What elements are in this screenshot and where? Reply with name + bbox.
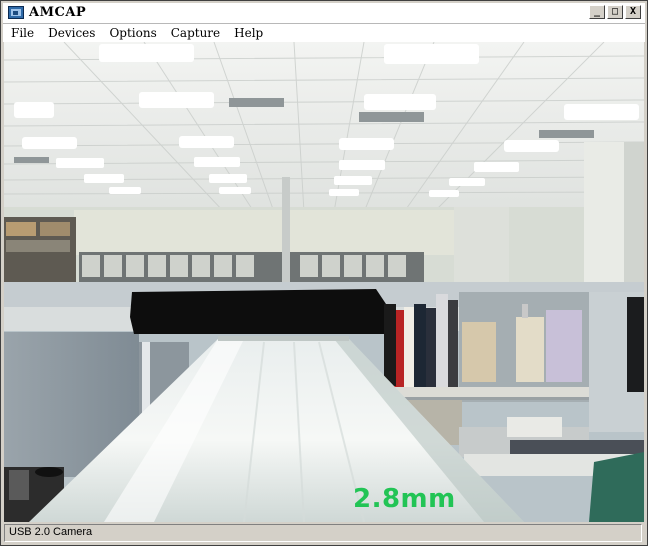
menu-capture[interactable]: Capture [163,26,226,40]
menu-options[interactable]: Options [101,26,162,40]
status-bar: USB 2.0 Camera [4,524,642,542]
amcap-window: AMCAP _ □ X File Devices Options Capture… [0,0,648,546]
title-bar[interactable]: AMCAP _ □ X [3,3,645,24]
window-controls: _ □ X [589,5,641,19]
minimize-button[interactable]: _ [589,5,605,19]
menu-help[interactable]: Help [226,26,269,40]
lens-overlay-text: 2.8mm [353,484,456,514]
menu-bar: File Devices Options Capture Help [3,24,645,42]
menu-file[interactable]: File [3,26,40,40]
camera-frame-image [4,42,644,522]
webcam-app-icon[interactable] [8,6,24,19]
menu-devices[interactable]: Devices [40,26,101,40]
window-title: AMCAP [29,5,87,20]
device-status-text: USB 2.0 Camera [9,526,93,538]
camera-preview: 2.8mm [4,42,644,522]
close-button[interactable]: X [625,5,641,19]
maximize-button[interactable]: □ [607,5,623,19]
